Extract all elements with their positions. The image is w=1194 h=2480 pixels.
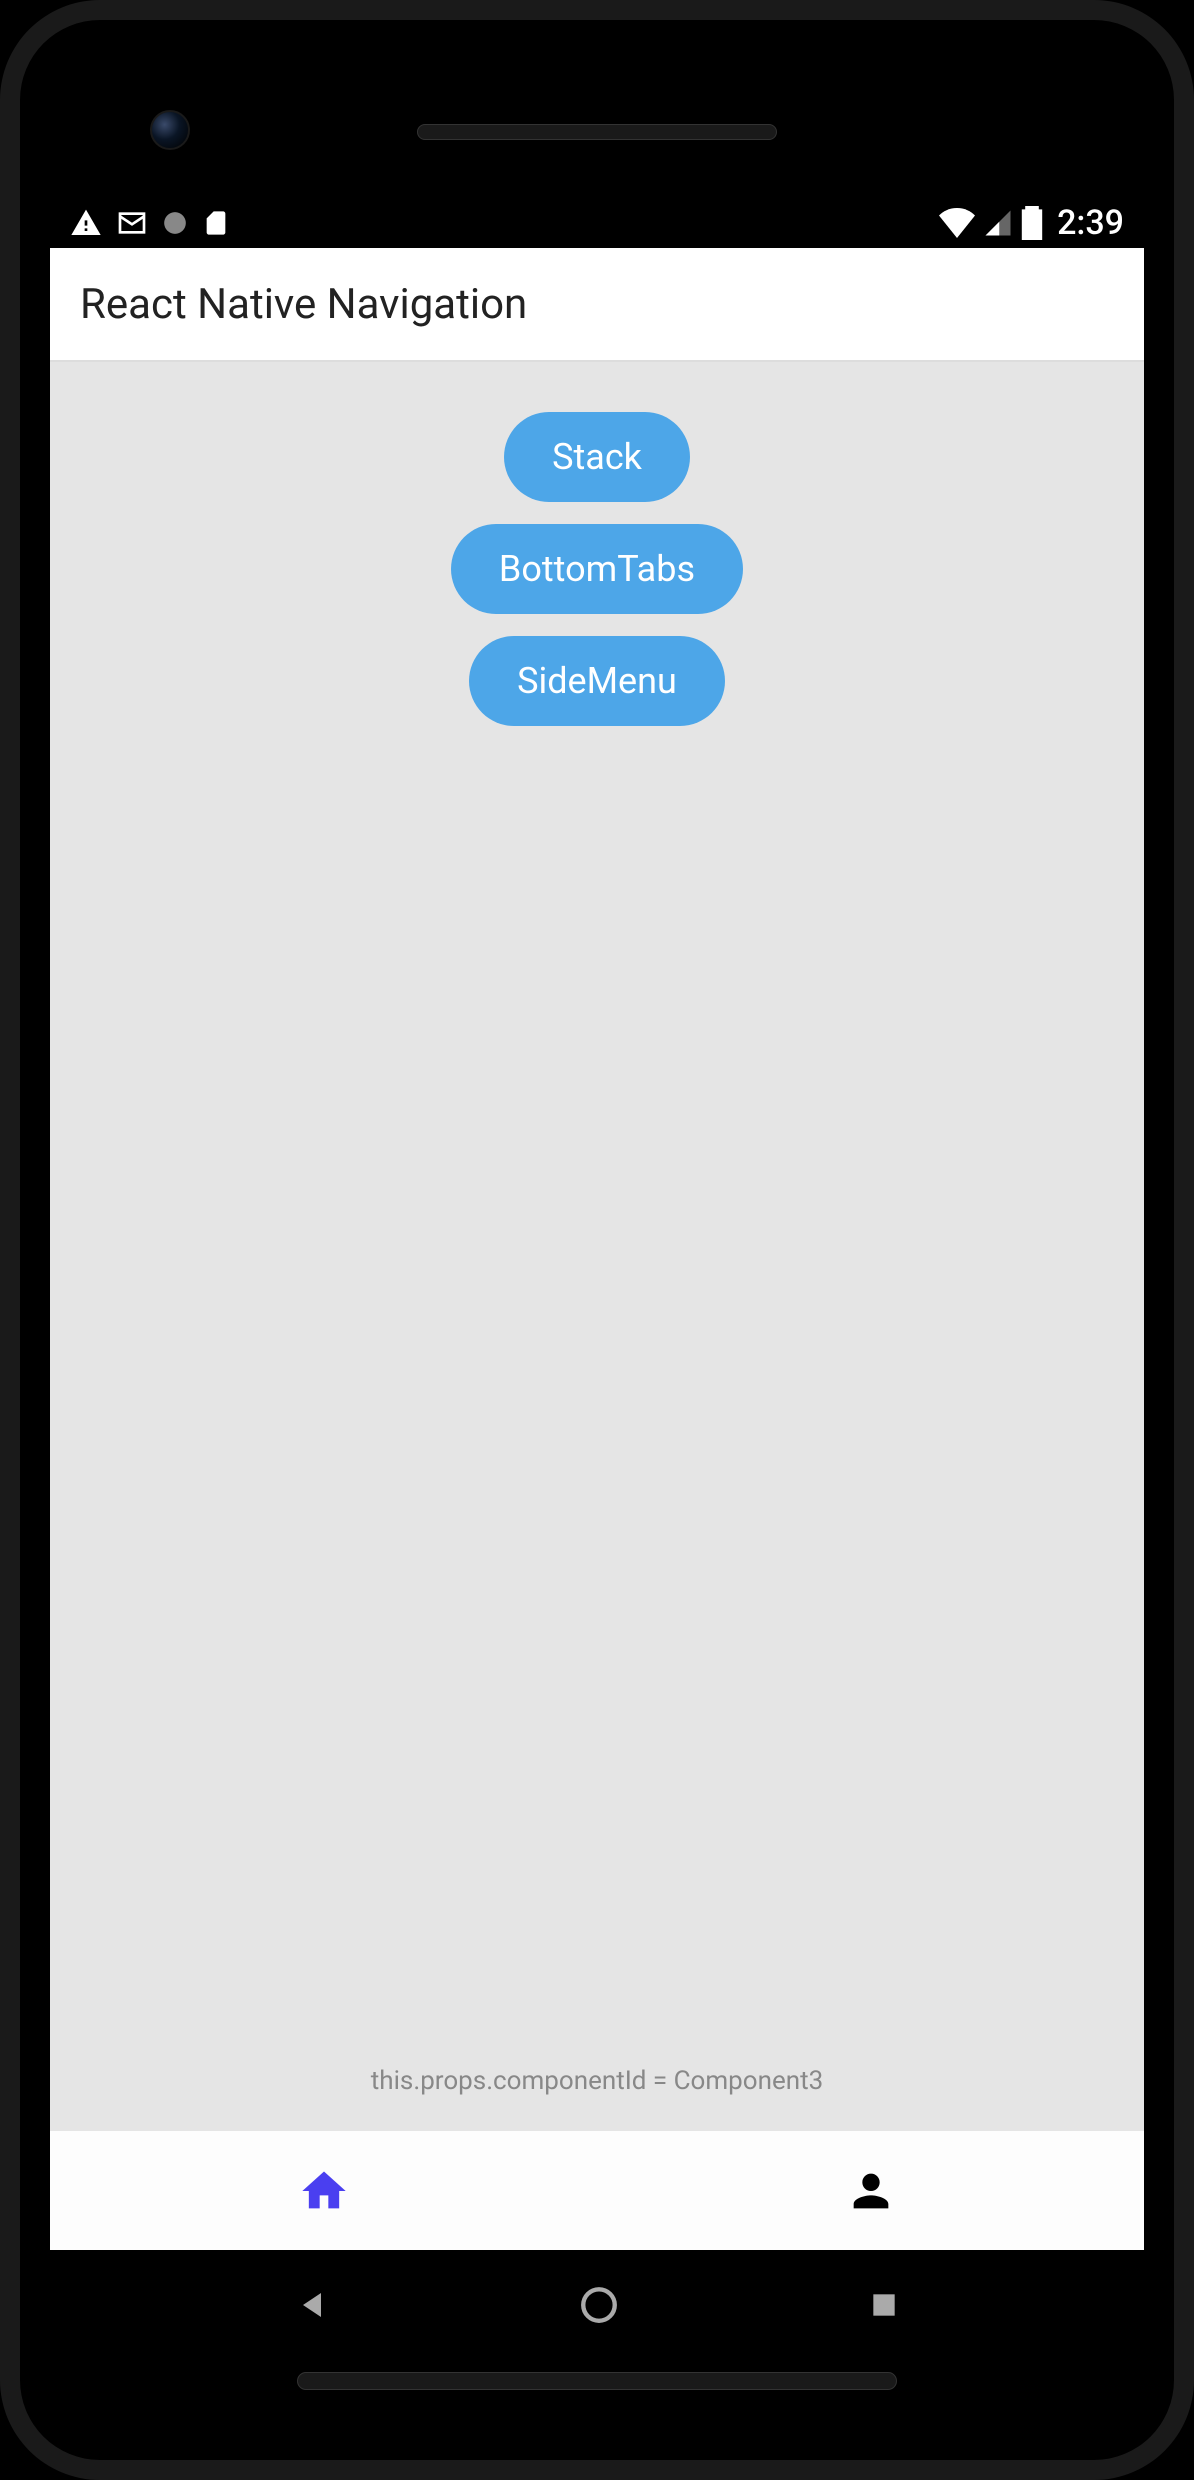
home-icon [298, 2165, 350, 2217]
person-icon [845, 2165, 897, 2217]
device-frame: 2:39 React Native Navigation Stack Botto… [0, 0, 1194, 2480]
battery-icon [1021, 206, 1043, 240]
home-tab[interactable] [50, 2131, 597, 2250]
back-button[interactable] [294, 2287, 330, 2323]
speaker-top [417, 124, 777, 140]
recents-button[interactable] [868, 2289, 900, 2321]
android-nav-bar [50, 2250, 1144, 2360]
stack-button[interactable]: Stack [504, 412, 690, 502]
bottom-tabs [50, 2130, 1144, 2250]
speaker-bottom [297, 2372, 897, 2390]
cellular-icon [983, 208, 1013, 238]
sync-icon [162, 210, 188, 236]
mail-icon [116, 207, 148, 239]
camera-lens [150, 110, 190, 150]
status-bar: 2:39 [50, 198, 1144, 248]
bottom-tabs-button[interactable]: BottomTabs [451, 524, 743, 614]
status-time: 2:39 [1057, 203, 1124, 243]
sd-card-icon [202, 207, 230, 239]
wifi-icon [939, 208, 975, 238]
side-menu-button[interactable]: SideMenu [469, 636, 725, 726]
app-title: React Native Navigation [80, 280, 527, 329]
home-button[interactable] [578, 2284, 620, 2326]
component-id-text: this.props.componentId = Component3 [371, 2066, 823, 2096]
device-screen: 2:39 React Native Navigation Stack Botto… [50, 60, 1144, 2420]
status-right: 2:39 [939, 203, 1124, 243]
app-header: React Native Navigation [50, 248, 1144, 362]
status-left [70, 207, 230, 239]
app-content: Stack BottomTabs SideMenu this.props.com… [50, 362, 1144, 2130]
profile-tab[interactable] [597, 2131, 1144, 2250]
warning-icon [70, 207, 102, 239]
